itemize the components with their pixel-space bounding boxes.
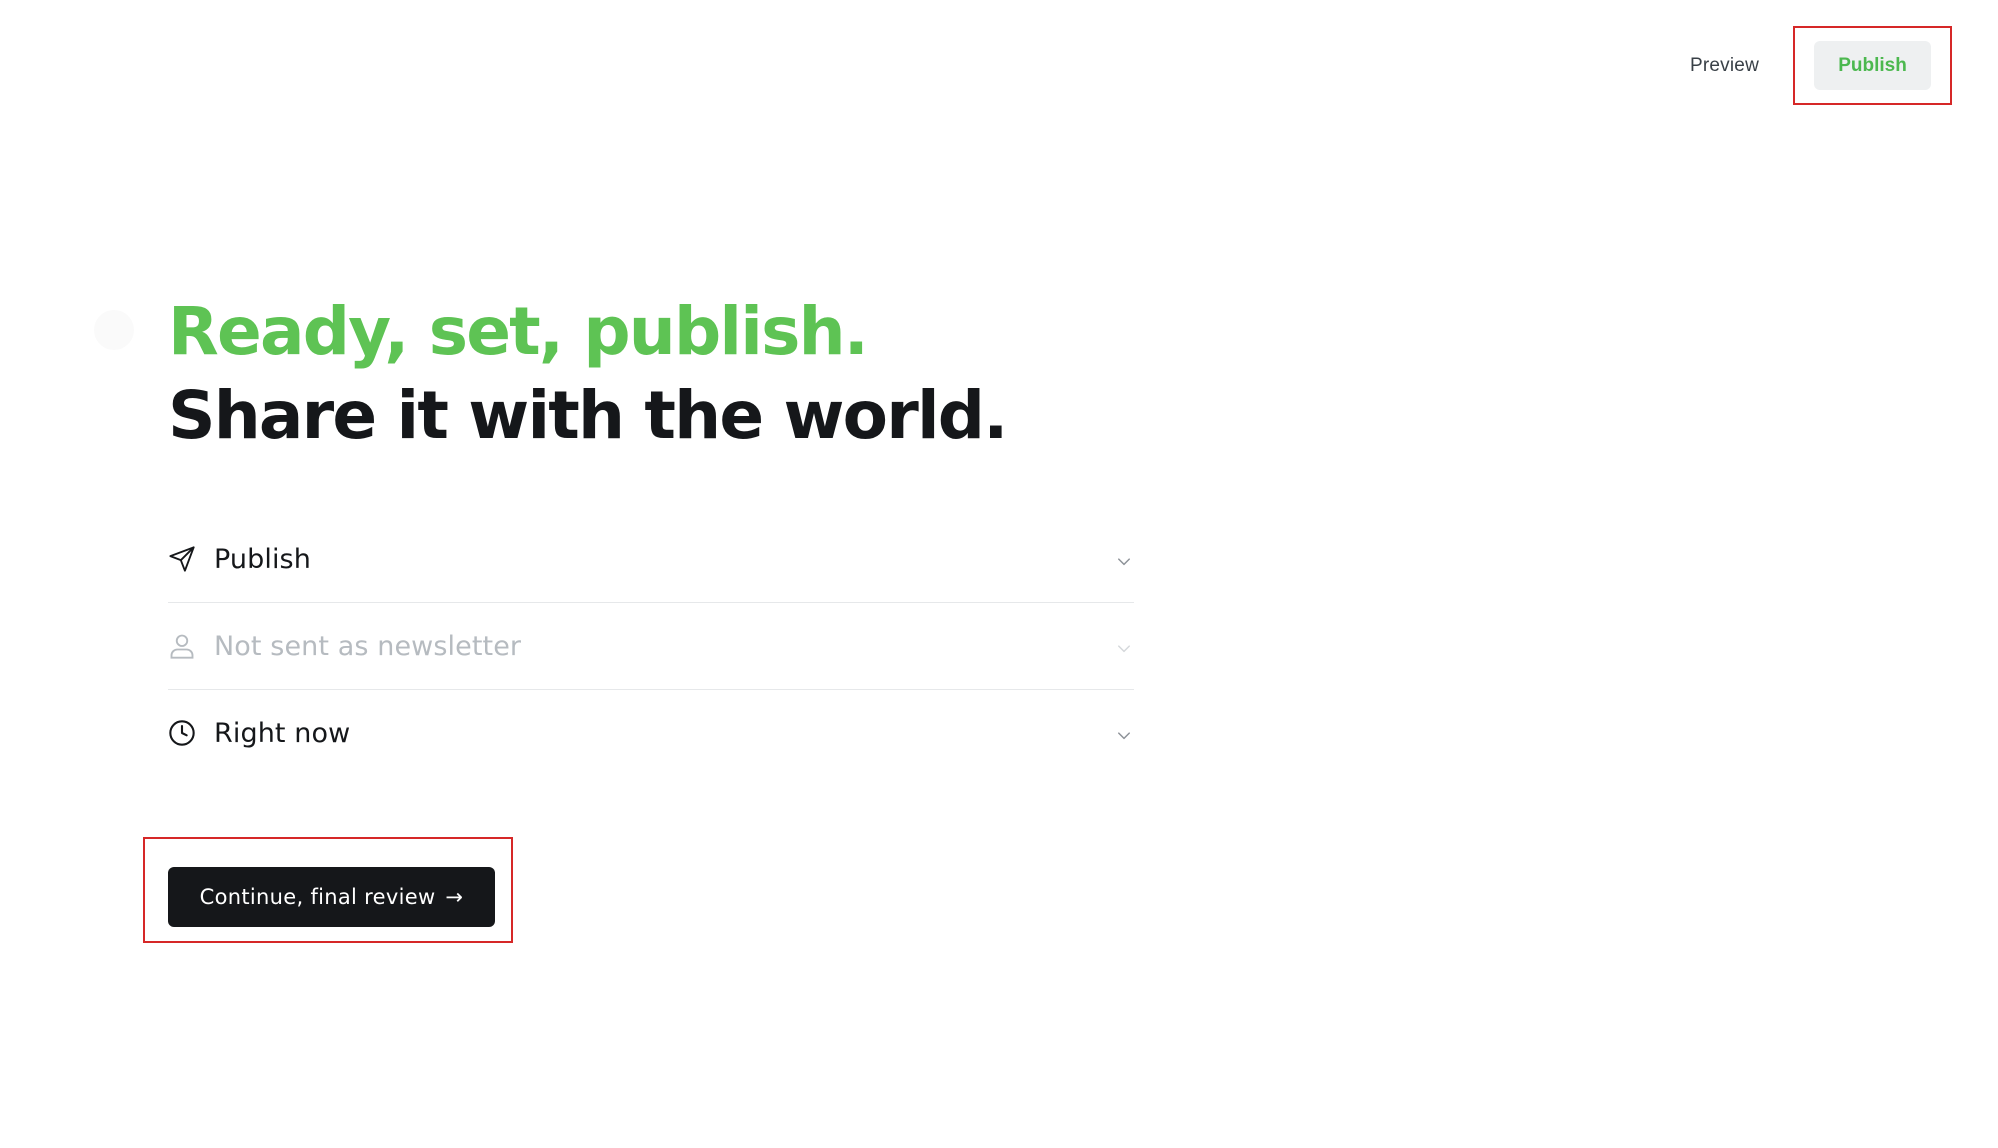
continue-final-review-button[interactable]: Continue, final review → [168, 867, 495, 927]
arrow-right-icon: → [445, 885, 464, 909]
option-label: Publish [214, 543, 311, 575]
top-bar: Preview Publish [1686, 26, 1952, 105]
clock-icon [168, 719, 196, 747]
chevron-down-icon [1114, 551, 1134, 571]
option-publish-type[interactable]: Publish [168, 516, 1134, 603]
headline-secondary: Share it with the world. [168, 377, 1008, 454]
option-label: Not sent as newsletter [214, 630, 522, 662]
option-label: Right now [214, 717, 351, 749]
publish-options-list: Publish Not sent as newsletter Right now [168, 516, 1134, 776]
option-newsletter[interactable]: Not sent as newsletter [168, 603, 1134, 690]
back-ghost-circle [94, 310, 134, 350]
chevron-down-icon [1114, 638, 1134, 658]
send-icon [168, 545, 196, 573]
continue-label: Continue, final review [199, 885, 436, 909]
preview-button[interactable]: Preview [1686, 45, 1763, 87]
user-icon [168, 632, 196, 660]
publish-flow-page: Preview Publish Ready, set, publish. Sha… [0, 0, 1998, 1148]
publish-button-highlight: Publish [1793, 26, 1952, 105]
headline-primary: Ready, set, publish. [168, 293, 869, 370]
publish-button[interactable]: Publish [1814, 41, 1931, 90]
page-headline: Ready, set, publish. Share it with the w… [168, 290, 1008, 458]
chevron-down-icon [1114, 725, 1134, 745]
option-schedule[interactable]: Right now [168, 690, 1134, 776]
continue-button-highlight: Continue, final review → [143, 837, 513, 943]
